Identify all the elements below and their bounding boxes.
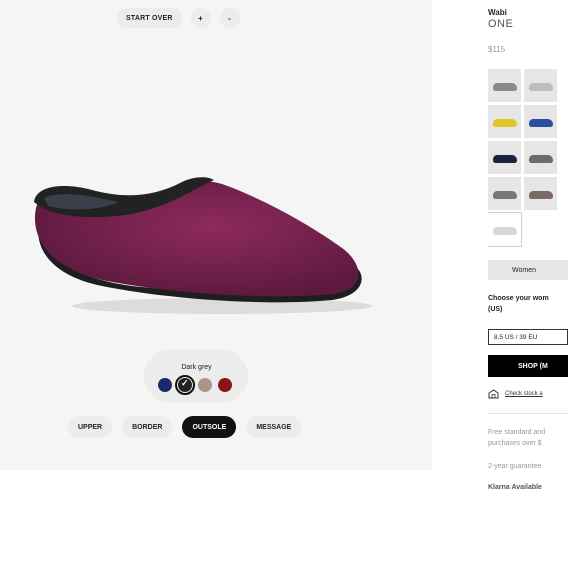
swatch-taupe[interactable] bbox=[198, 378, 212, 392]
tab-outsole[interactable]: OUTSOLE bbox=[182, 416, 237, 438]
variant-thumb[interactable] bbox=[488, 141, 521, 174]
product-panel: Wabi ONE $115 Women Choose your wom (US)… bbox=[488, 0, 580, 580]
variant-thumb[interactable] bbox=[488, 105, 521, 138]
gender-tab-women[interactable]: Women bbox=[488, 260, 568, 280]
start-over-button[interactable]: START OVER bbox=[117, 8, 182, 28]
tab-border[interactable]: BORDER bbox=[122, 416, 173, 438]
swatch-dark-grey[interactable]: ✓ bbox=[175, 375, 195, 395]
variant-slipper-icon bbox=[493, 155, 517, 163]
divider bbox=[488, 413, 568, 414]
variant-slipper-icon bbox=[529, 119, 553, 127]
zoom-out-button[interactable]: - bbox=[219, 8, 240, 28]
klarna-info: Klarna Available bbox=[488, 484, 542, 491]
zoom-in-button[interactable]: + bbox=[190, 8, 211, 28]
variant-slipper-icon bbox=[493, 191, 517, 199]
variant-slipper-icon bbox=[529, 155, 553, 163]
check-stock-row: Check stock a bbox=[488, 389, 543, 399]
variant-thumb[interactable] bbox=[524, 105, 557, 138]
variant-slipper-icon bbox=[529, 83, 553, 91]
store-icon bbox=[488, 389, 499, 399]
variant-slipper-icon bbox=[529, 191, 553, 199]
variant-thumb-selected[interactable] bbox=[488, 212, 522, 247]
size-question: Choose your wom (US) bbox=[488, 295, 549, 313]
shop-button[interactable]: SHOP (M bbox=[488, 355, 568, 377]
product-price: $115 bbox=[488, 45, 506, 54]
swatch-navy[interactable] bbox=[158, 378, 172, 392]
selected-color-label: Dark grey bbox=[181, 364, 212, 371]
product-line: ONE bbox=[488, 18, 514, 30]
guarantee-info: 2-year guarantee bbox=[488, 463, 542, 470]
variant-thumb[interactable] bbox=[524, 177, 557, 210]
tab-upper[interactable]: UPPER bbox=[68, 416, 113, 438]
variant-thumb[interactable] bbox=[488, 69, 521, 102]
color-picker-panel bbox=[144, 350, 248, 402]
variant-slipper-icon bbox=[493, 83, 517, 91]
variant-thumb[interactable] bbox=[488, 177, 521, 210]
variant-slipper-icon bbox=[493, 119, 517, 127]
tab-message[interactable]: MESSAGE bbox=[246, 416, 302, 438]
part-tabs: UPPER BORDER OUTSOLE MESSAGE bbox=[68, 416, 302, 438]
slipper-3d-view[interactable] bbox=[22, 168, 372, 318]
color-swatches: ✓ bbox=[158, 375, 232, 395]
top-controls: START OVER + - bbox=[117, 8, 240, 28]
shipping-info: Free standard and purchases over $ bbox=[488, 429, 546, 447]
variant-slipper-icon bbox=[493, 227, 517, 235]
variant-thumb[interactable] bbox=[524, 69, 557, 102]
size-select[interactable]: 8,5 US / 39 EU bbox=[488, 329, 568, 345]
variant-thumb[interactable] bbox=[524, 141, 557, 174]
check-icon: ✓ bbox=[181, 378, 189, 388]
swatch-red[interactable] bbox=[218, 378, 232, 392]
check-stock-link[interactable]: Check stock a bbox=[505, 391, 543, 397]
variant-grid bbox=[488, 69, 557, 247]
configurator-stage: START OVER + - Dark grey ✓ UPPER BORDER … bbox=[0, 0, 432, 470]
product-name: Wabi bbox=[488, 8, 507, 17]
